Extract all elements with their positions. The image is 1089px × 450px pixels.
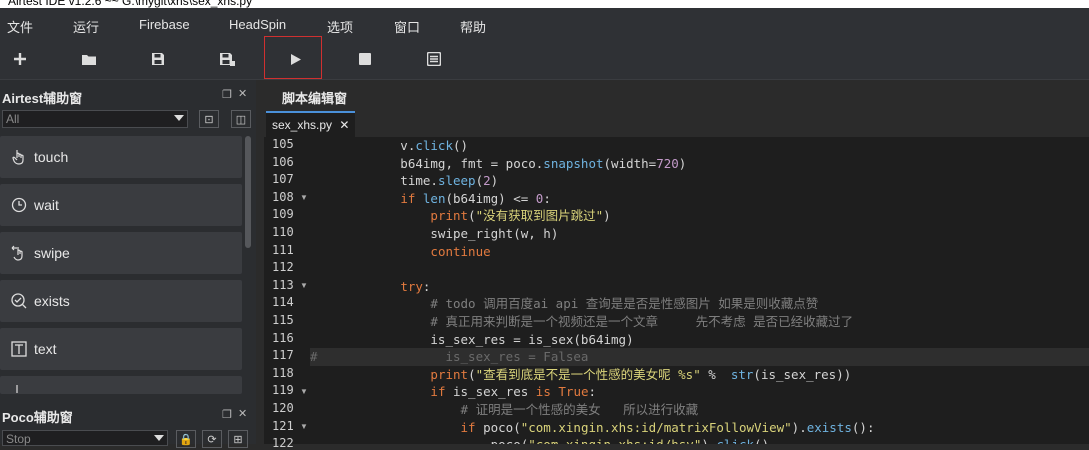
line-number: 122	[272, 436, 294, 450]
lock-icon[interactable]: 🔒	[176, 430, 196, 448]
window-title: Airtest IDE v1.2.6 ~~ G:\mygit\xhs\sex_x…	[0, 0, 1089, 8]
line-number: 107	[272, 172, 294, 187]
line-number: 121	[272, 418, 294, 433]
poco-chevron-down-icon	[154, 435, 164, 441]
hand-icon-partial	[4, 377, 34, 393]
log-icon[interactable]	[422, 47, 446, 71]
code-line: if is_sex_res is True:	[430, 384, 597, 400]
save-icon[interactable]	[146, 47, 170, 71]
open-folder-icon[interactable]	[77, 47, 101, 71]
tab-sex-xhs[interactable]: sex_xhs.py ✕	[266, 111, 356, 137]
inspect-icon[interactable]: ⊞	[228, 430, 248, 448]
menu-window[interactable]: 窗口	[394, 17, 420, 36]
close-icon[interactable]: ✕	[238, 87, 247, 100]
wait-button[interactable]: wait	[0, 184, 242, 226]
code-line: b64img, fmt = poco.snapshot(width=720)	[310, 155, 687, 171]
line-number: 120	[272, 401, 294, 415]
code-line: # 真正用来判断是一个视频还是一个文章 先不考虑 是否已经收藏过了	[430, 314, 854, 329]
tab-close-icon[interactable]: ✕	[339, 118, 349, 132]
poco-panel-title: Poco辅助窗	[2, 410, 73, 425]
line-number: 110	[272, 225, 294, 239]
line-number: 105	[272, 137, 294, 151]
fold-arrow-icon[interactable]: ▼	[300, 422, 308, 431]
swipe-button[interactable]: swipe	[0, 232, 242, 274]
line-number: 115	[272, 313, 294, 327]
record-tool-icon[interactable]: ◫	[231, 110, 251, 128]
line-number: 118	[272, 365, 294, 380]
menu-headspin[interactable]: HeadSpin	[229, 17, 286, 32]
code-line: time.sleep(2)	[310, 173, 499, 189]
airtest-filter-select[interactable]: All	[2, 110, 188, 128]
check-circle-icon	[4, 293, 34, 309]
code-line: print("查看到底是不是一个性感的美女呢 %s" % str(is_sex_…	[430, 366, 852, 382]
line-number: 108	[272, 189, 294, 204]
poco-float-icon[interactable]: ❐	[222, 408, 232, 421]
text-button[interactable]: text	[0, 328, 242, 370]
new-file-icon[interactable]	[8, 47, 32, 71]
line-number: 114	[272, 295, 294, 310]
toolbar	[0, 41, 1089, 80]
fold-arrow-icon[interactable]: ▼	[300, 281, 308, 290]
airtest-panel-title: Airtest辅助窗	[2, 91, 83, 106]
code-line-current: # is_sex_res = Falsea	[310, 348, 1089, 366]
editor-panel-title: 脚本编辑窗	[282, 91, 348, 106]
menu-bar: 文件 运行 Firebase HeadSpin 选项 窗口 帮助	[0, 8, 1089, 41]
code-line: v.click()	[310, 138, 469, 153]
code-line: is_sex_res = is_sex(b64img)	[310, 331, 634, 347]
code-line: # todo 调用百度ai api 查询是是否是性感图片 如果是则收藏点赞	[430, 296, 819, 312]
editor-tab-bar: sex_xhs.py ✕	[264, 111, 1089, 138]
line-number: 117	[272, 348, 294, 363]
code-line: if len(b64img) <= 0:	[400, 190, 551, 206]
menu-file[interactable]: 文件	[7, 17, 33, 36]
code-line: print("没有获取到图片跳过")	[430, 208, 611, 224]
code-area[interactable]: v.click() b64img, fmt = poco.snapshot(wi…	[310, 137, 1089, 444]
menu-help[interactable]: 帮助	[460, 17, 486, 36]
touch-button[interactable]: touch	[0, 136, 242, 178]
chevron-down-icon	[174, 115, 184, 121]
line-number: 119	[272, 383, 294, 398]
code-line: swipe_right(w, h)	[310, 226, 559, 241]
menu-options[interactable]: 选项	[327, 17, 353, 36]
line-number: 112	[272, 260, 294, 275]
text-label: text	[34, 341, 57, 357]
line-number-gutter: 105 106 107 108 ▼ 109 110 111 112 113 ▼ …	[264, 137, 310, 450]
line-number: 116	[272, 330, 294, 345]
code-line: # 证明是一个性感的美女 所以进行收藏	[460, 402, 699, 417]
hand-icon	[4, 149, 34, 165]
exists-label: exists	[34, 293, 70, 309]
refresh-icon[interactable]: ⟳	[202, 430, 222, 448]
wait-label: wait	[34, 197, 59, 213]
line-number: 113	[272, 277, 294, 292]
fold-arrow-icon[interactable]: ▼	[300, 193, 308, 202]
editor-panel: 脚本编辑窗 sex_xhs.py ✕ 105 106 107 108 ▼ 109…	[264, 80, 1089, 450]
menu-run[interactable]: 运行	[73, 17, 99, 36]
code-line: try:	[400, 278, 431, 294]
exists-button[interactable]: exists	[0, 280, 242, 322]
screenshot-tool-icon[interactable]: ⊡	[199, 110, 219, 128]
next-api-button[interactable]	[0, 376, 242, 394]
clock-icon	[4, 197, 34, 213]
line-number: 106	[272, 154, 294, 169]
touch-label: touch	[34, 149, 69, 165]
line-number: 109	[272, 207, 294, 222]
menu-firebase[interactable]: Firebase	[139, 17, 190, 32]
float-icon[interactable]: ❐	[222, 88, 232, 101]
save-as-icon[interactable]	[215, 47, 239, 71]
poco-close-icon[interactable]: ✕	[238, 407, 247, 420]
run-button-highlight	[264, 36, 322, 79]
left-panel: Airtest辅助窗 ❐ ✕ All ⊡ ◫ touch wait swipe …	[0, 80, 256, 448]
swipe-label: swipe	[34, 245, 70, 261]
line-number: 111	[272, 242, 294, 257]
text-box-icon	[4, 341, 34, 357]
code-line: poco("com.xingin.xhs:id/hsv").click()	[310, 436, 1089, 444]
code-line: if poco("com.xingin.xhs:id/matrixFollowV…	[460, 419, 875, 435]
swipe-hand-icon	[4, 245, 34, 261]
fold-arrow-icon[interactable]: ▼	[300, 387, 308, 396]
airtest-panel-scrollbar[interactable]	[245, 136, 251, 248]
code-line: continue	[430, 243, 491, 259]
stop-icon[interactable]	[353, 47, 377, 71]
